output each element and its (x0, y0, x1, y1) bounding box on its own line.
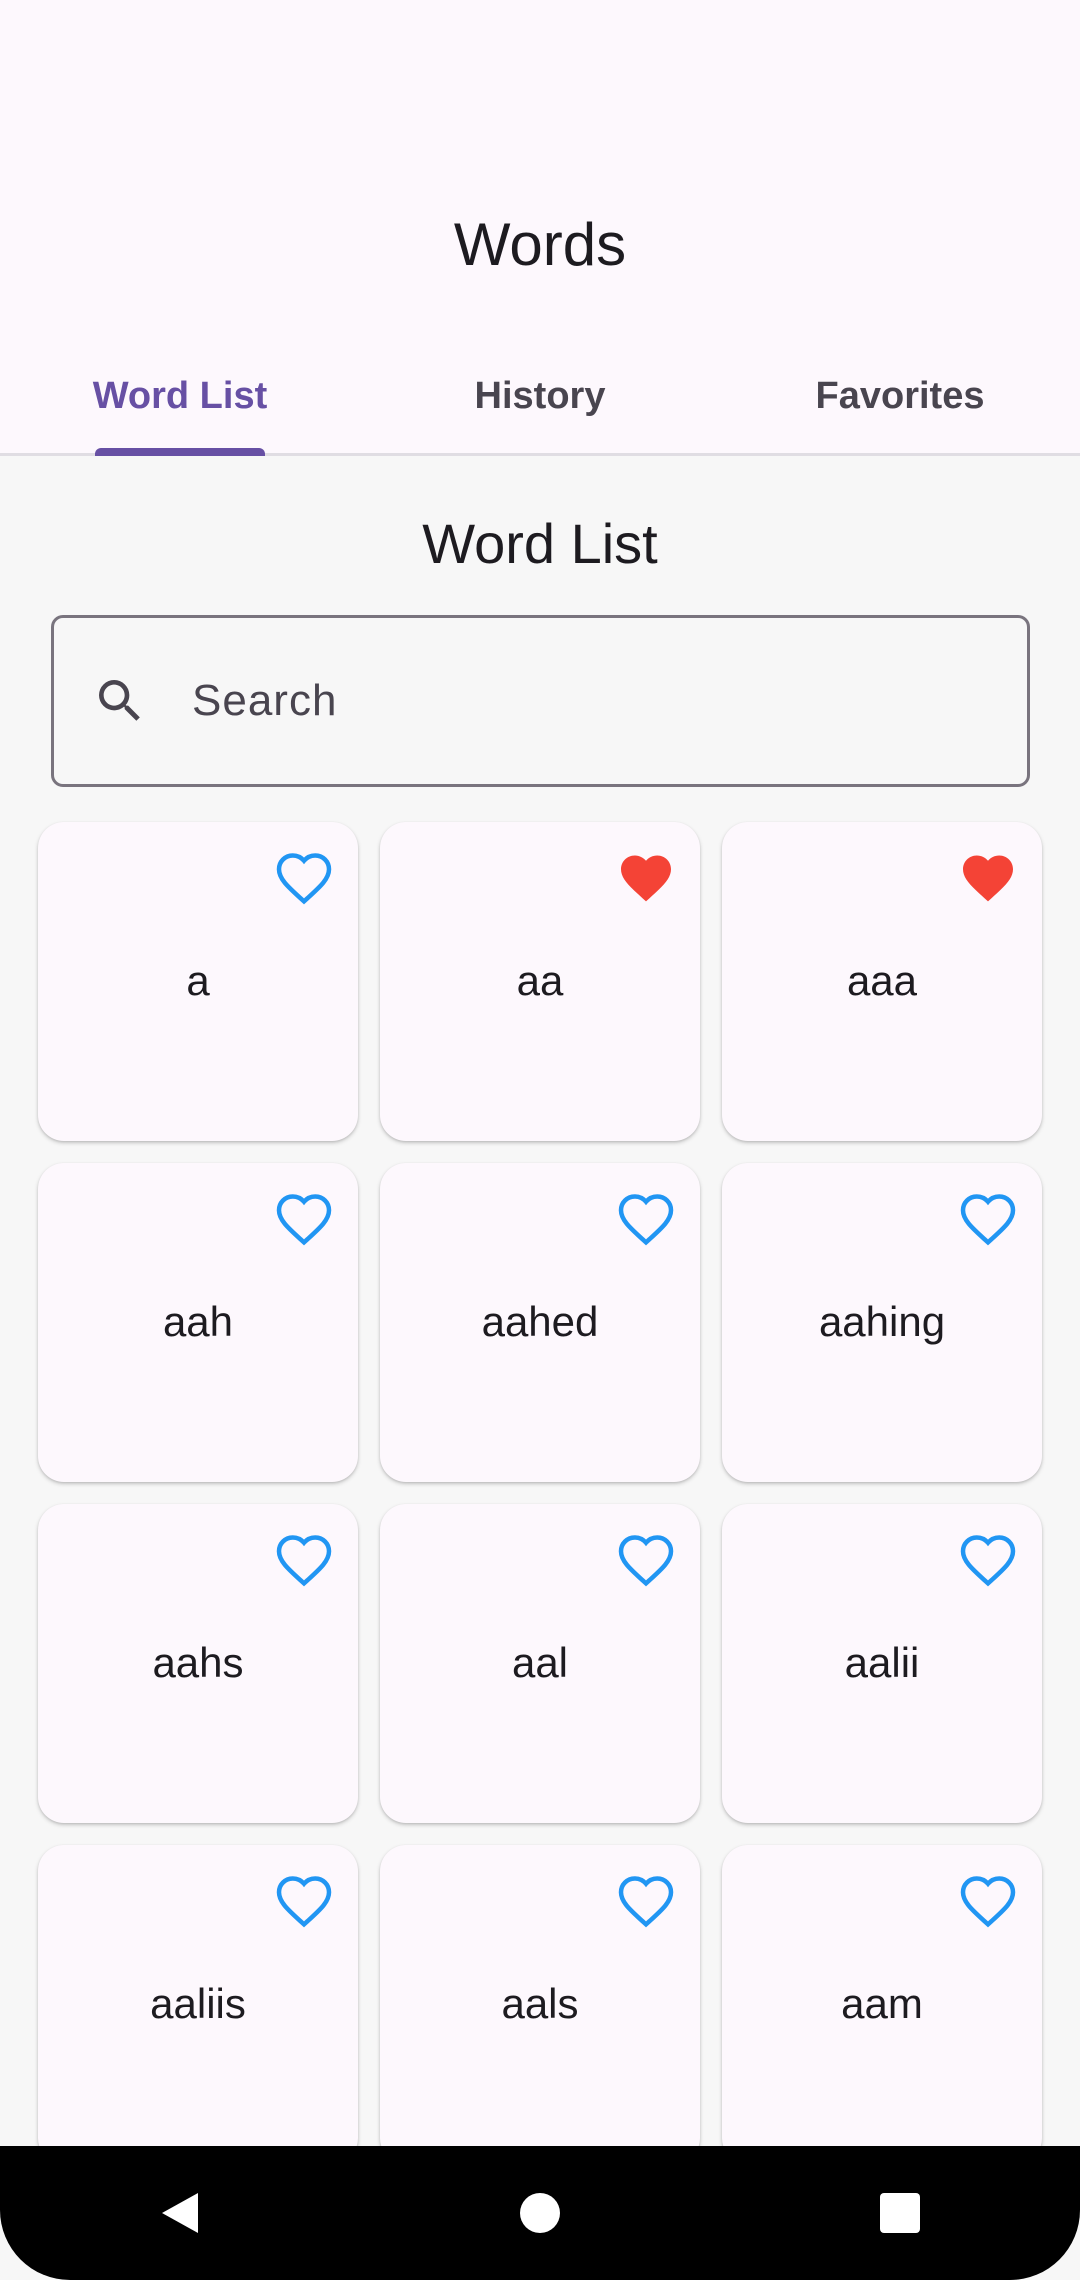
tab-favorites[interactable]: Favorites (720, 340, 1080, 453)
word-label: aaliis (150, 1980, 246, 2027)
word-label: aa (516, 957, 564, 1004)
favorite-outline-icon[interactable] (958, 1530, 1018, 1590)
word-card[interactable]: aal (380, 1504, 700, 1823)
tab-bar: Word List History Favorites (0, 340, 1080, 456)
favorite-outline-icon[interactable] (274, 1530, 334, 1590)
word-grid: a aa aaa aah aahed aahing aahs aal aalii aaliis aa… (38, 822, 1042, 2146)
word-card[interactable]: aals (380, 1845, 700, 2146)
favorite-outline-icon[interactable] (274, 1189, 334, 1249)
tab-label: Favorites (815, 375, 985, 417)
word-label: aal (511, 1639, 569, 1686)
favorite-outline-icon[interactable] (616, 1189, 676, 1249)
word-label: aahs (152, 1639, 244, 1686)
back-icon (162, 2193, 198, 2233)
word-card[interactable]: a (38, 822, 358, 1141)
word-label: aah (162, 1298, 234, 1345)
favorite-outline-icon[interactable] (958, 1871, 1018, 1931)
tab-indicator (95, 448, 265, 456)
word-card[interactable]: aaa (722, 822, 1042, 1141)
favorite-filled-icon[interactable] (958, 848, 1018, 908)
favorite-outline-icon[interactable] (958, 1189, 1018, 1249)
recents-button[interactable] (840, 2163, 960, 2263)
navigation-bar (0, 2146, 1080, 2280)
favorite-outline-icon[interactable] (274, 1871, 334, 1931)
search-input[interactable] (190, 675, 974, 727)
tab-word-list[interactable]: Word List (0, 340, 360, 456)
word-label: aalii (844, 1639, 920, 1686)
tab-history[interactable]: History (360, 340, 720, 453)
word-card[interactable]: aahs (38, 1504, 358, 1823)
tab-label: History (474, 375, 606, 417)
word-card[interactable]: aaliis (38, 1845, 358, 2146)
status-bar (0, 0, 1080, 130)
word-card[interactable]: aahing (722, 1163, 1042, 1482)
word-card[interactable]: aa (380, 822, 700, 1141)
search-field[interactable] (51, 615, 1030, 787)
back-button[interactable] (120, 2163, 240, 2263)
word-label: aals (501, 1980, 579, 2027)
word-label: a (186, 957, 210, 1004)
favorite-outline-icon[interactable] (616, 1530, 676, 1590)
word-card[interactable]: aahed (380, 1163, 700, 1482)
section-title: Word List (422, 512, 658, 575)
tab-label: Word List (92, 375, 268, 417)
word-label: aahed (481, 1298, 599, 1345)
favorite-outline-icon[interactable] (616, 1871, 676, 1931)
word-card[interactable]: aam (722, 1845, 1042, 2146)
word-card[interactable]: aalii (722, 1504, 1042, 1823)
app-title: Words (453, 211, 627, 278)
word-label: aaa (846, 957, 918, 1004)
home-button[interactable] (480, 2163, 600, 2263)
favorite-outline-icon[interactable] (274, 848, 334, 908)
word-card[interactable]: aah (38, 1163, 358, 1482)
word-label: aahing (818, 1298, 946, 1345)
home-icon (520, 2193, 560, 2233)
search-icon (99, 680, 140, 721)
recents-icon (880, 2193, 920, 2233)
word-label: aam (841, 1980, 923, 2027)
word-list-content: Word List aaaaaaaahaahedaahingaahsaalaal… (0, 456, 1080, 2146)
favorite-filled-icon[interactable] (616, 848, 676, 908)
